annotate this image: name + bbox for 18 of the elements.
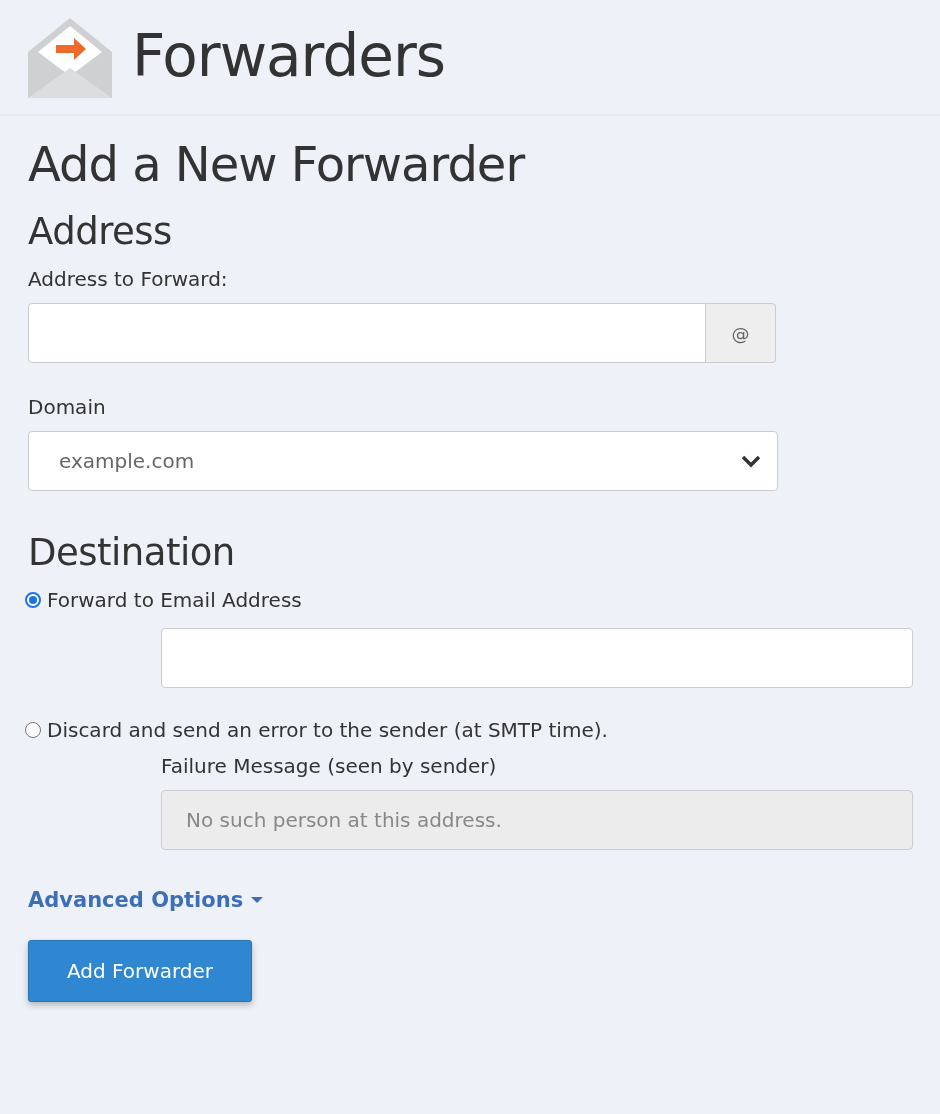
- at-sign-addon: @: [706, 303, 776, 363]
- field-label: Address to Forward:: [28, 267, 228, 291]
- advanced-options-link[interactable]: Advanced Options: [28, 888, 264, 912]
- radio-button[interactable]: [25, 592, 41, 608]
- chevron-down-icon: [741, 454, 761, 468]
- address-input-field[interactable]: [28, 303, 706, 363]
- caret-icon: [251, 896, 264, 904]
- section-heading: Address: [28, 210, 173, 253]
- radio-label: Discard and send an error to the sender (at SMTP time).: [47, 718, 608, 742]
- field-label: Domain: [28, 395, 106, 419]
- radio-label: Forward to Email Address: [47, 588, 302, 612]
- add-forwarder-button[interactable]: Add Forwarder: [28, 940, 252, 1002]
- section-heading: Destination: [28, 531, 236, 574]
- form-title: Add a New Forwarder: [28, 136, 527, 192]
- field-label: Failure Message (seen by sender): [161, 754, 497, 778]
- domain-select[interactable]: example.com: [28, 431, 778, 491]
- page-header-title: Forwarders: [132, 22, 445, 90]
- email-input-field[interactable]: [161, 628, 913, 688]
